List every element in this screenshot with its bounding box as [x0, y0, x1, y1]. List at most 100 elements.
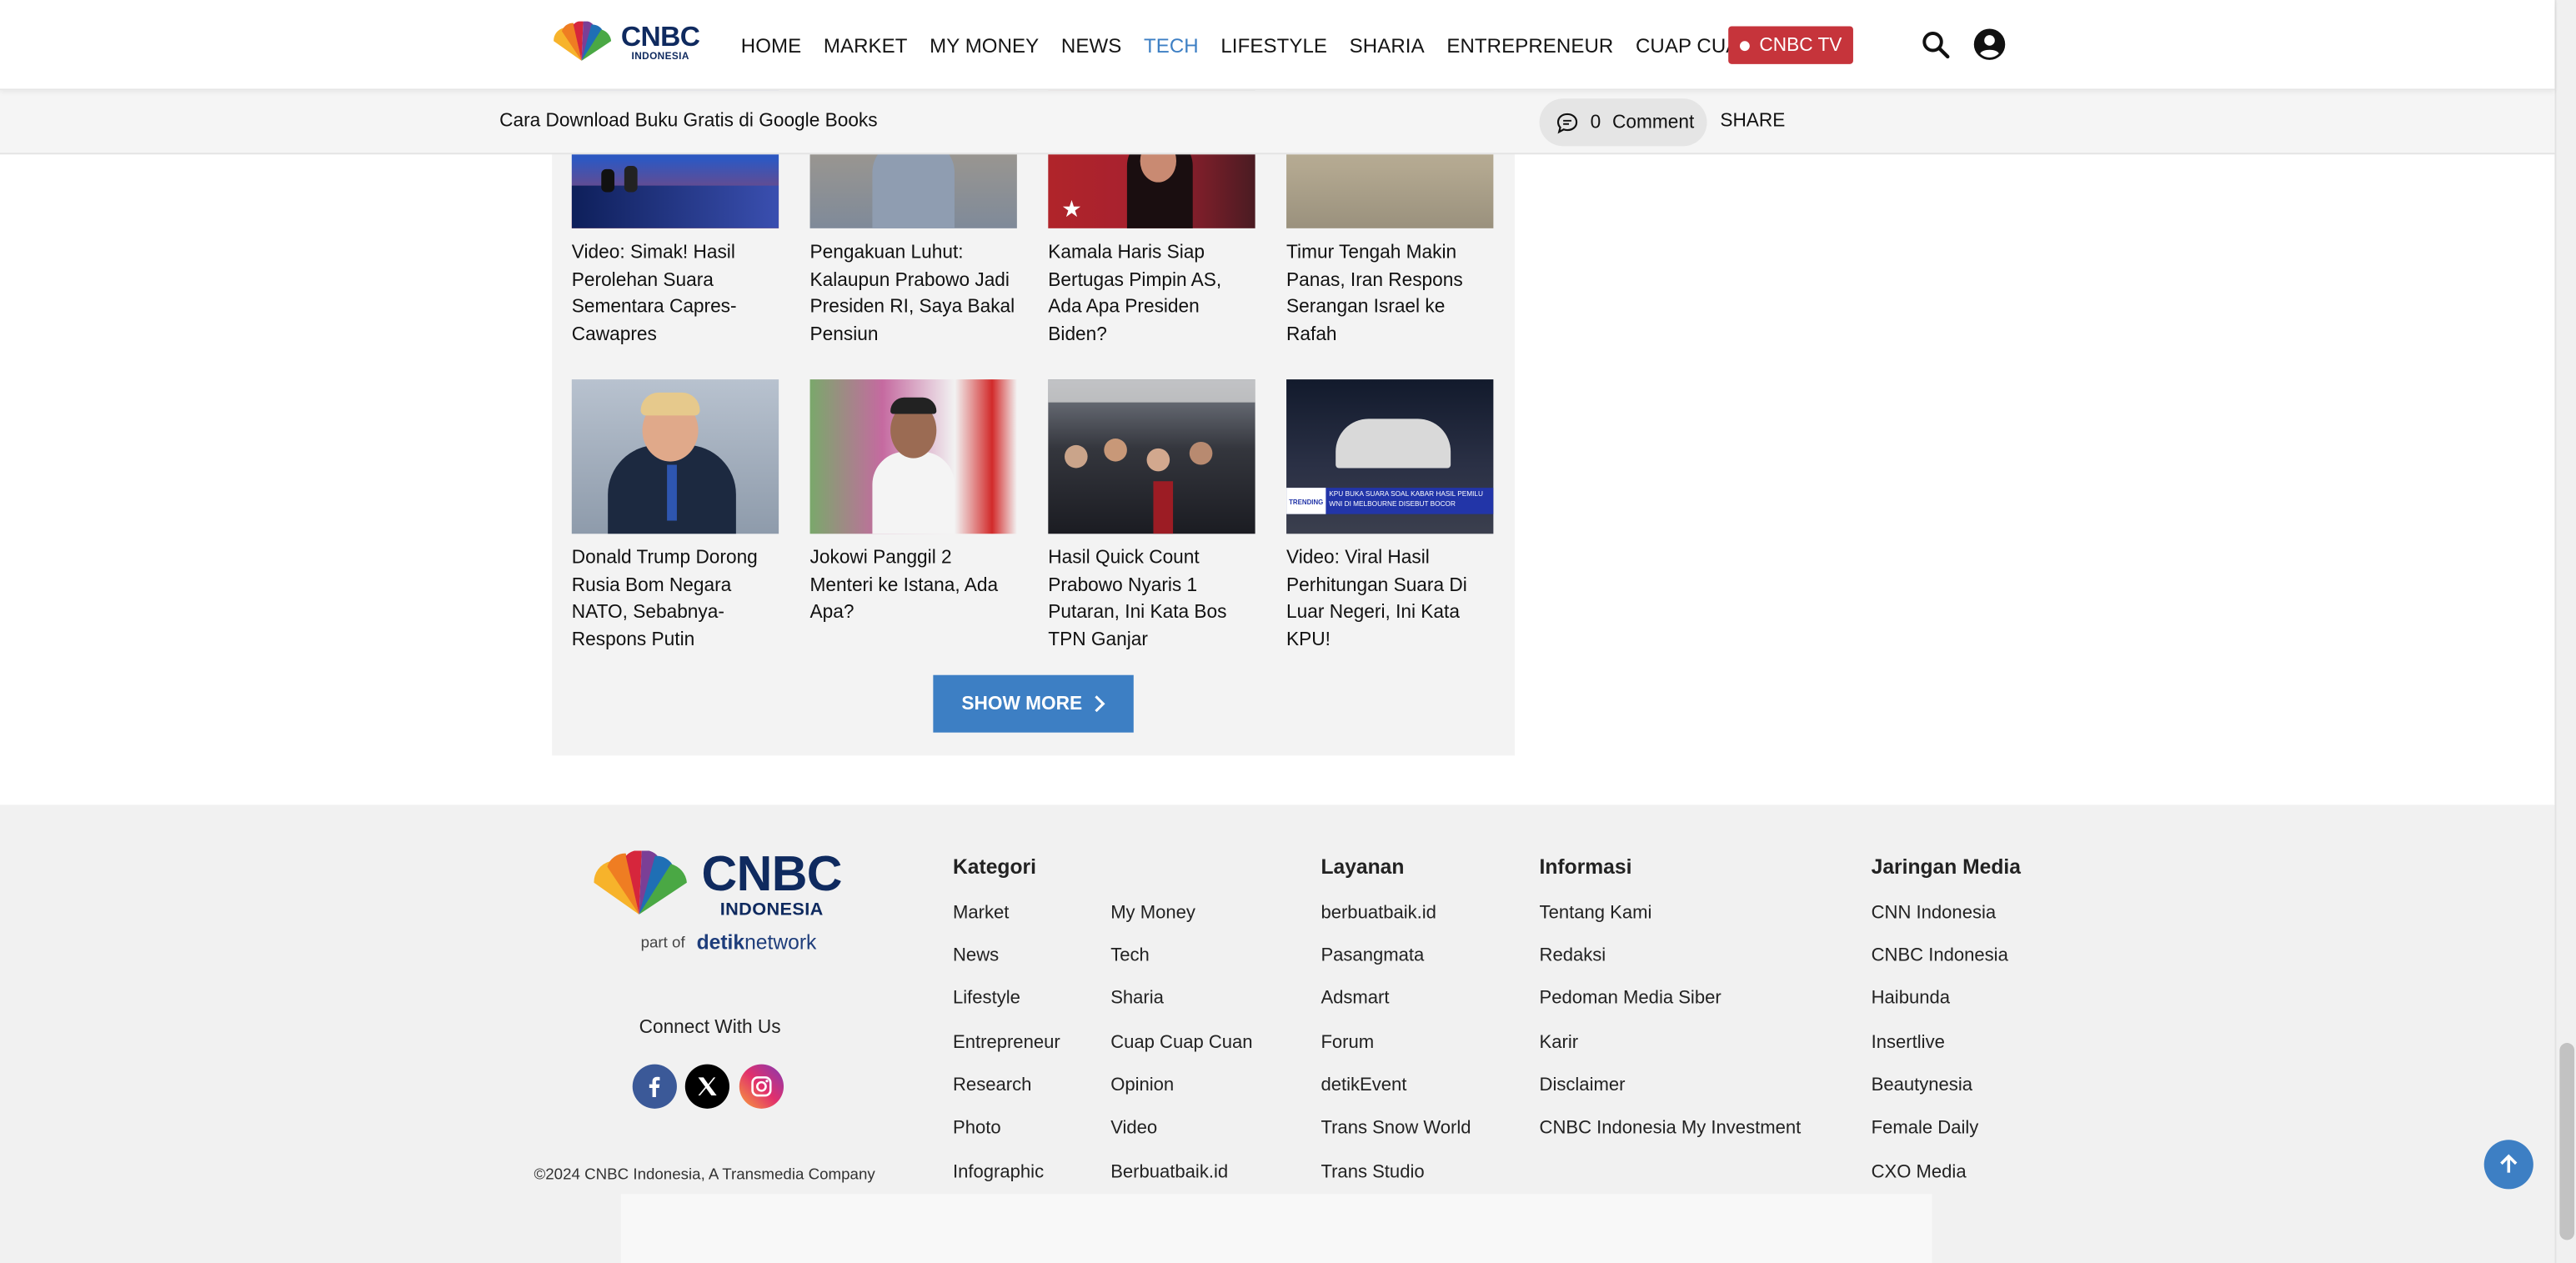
footer-heading-kategori: Kategori — [953, 855, 1036, 880]
menu-item-home[interactable]: HOME — [741, 33, 801, 57]
footer-link-layanan[interactable]: Forum — [1321, 1033, 1374, 1053]
news-card[interactable]: Hasil Quick Count Prabowo Nyaris 1 Putar… — [1048, 379, 1255, 654]
news-card-title: Timur Tengah Makin Panas, Iran Respons S… — [1286, 243, 1463, 344]
footer-link-layanan[interactable]: Adsmart — [1321, 989, 1389, 1009]
footer-link-entrepreneur[interactable]: Entrepreneur — [953, 1033, 1060, 1053]
footer-link-informasi[interactable]: Tentang Kami — [1540, 904, 1652, 924]
cnbc-tv-button[interactable]: CNBC TV — [1728, 26, 1853, 64]
footer-facebook-link[interactable] — [632, 1064, 677, 1109]
show-more-label: SHOW MORE — [961, 694, 1083, 714]
news-card-title: Pengakuan Luhut: Kalaupun Prabowo Jadi P… — [809, 243, 1015, 344]
connect-with-us-label: Connect With Us — [639, 1018, 781, 1039]
footer-link-market[interactable]: Market — [953, 904, 1009, 924]
footer-link-photo[interactable]: Photo — [953, 1119, 1001, 1139]
facebook-icon — [649, 1076, 660, 1098]
star-icon: ★ — [1061, 195, 1082, 222]
menu-item-tech[interactable]: TECH — [1144, 33, 1199, 57]
footer-link-informasi[interactable]: CNBC Indonesia My Investment — [1540, 1119, 1802, 1139]
footer-brand-name: CNBC — [701, 847, 842, 902]
comment-button[interactable]: 0 Comment — [1539, 98, 1707, 147]
footer-link-layanan[interactable]: Trans Studio — [1321, 1163, 1424, 1183]
footer-link-cuap-cuap-cuan[interactable]: Cuap Cuap Cuan — [1110, 1033, 1252, 1053]
news-card-title: Donald Trump Dorong Rusia Bom Negara NAT… — [571, 549, 758, 650]
menu-item-news[interactable]: NEWS — [1061, 33, 1121, 57]
menu-item-my-money[interactable]: MY MONEY — [930, 33, 1039, 57]
footer-link-layanan[interactable]: detikEvent — [1321, 1075, 1406, 1095]
peacock-logo-icon — [594, 850, 687, 915]
show-more-button[interactable]: SHOW MORE — [933, 674, 1134, 733]
footer-link-sharia[interactable]: Sharia — [1110, 989, 1164, 1009]
detiknetwork-logo[interactable]: detiknetwork — [697, 931, 817, 955]
scrollbar-thumb[interactable] — [2559, 1043, 2575, 1240]
menu-item-entrepreneur[interactable]: ENTREPRENEUR — [1446, 33, 1613, 57]
menu-item-lifestyle[interactable]: LIFESTYLE — [1220, 33, 1327, 57]
footer-link-infographic[interactable]: Infographic — [953, 1163, 1044, 1183]
news-card-title: Video: Simak! Hasil Perolehan Suara Seme… — [571, 243, 737, 344]
arrow-up-icon — [2500, 1154, 2518, 1173]
article-title: Cara Download Buku Gratis di Google Book… — [499, 111, 878, 132]
footer-link-informasi[interactable]: Redaksi — [1540, 946, 1606, 966]
cnbc-tv-label: CNBC TV — [1759, 35, 1842, 55]
menu-item-sharia[interactable]: SHARIA — [1350, 33, 1425, 57]
bottom-ad-slot — [620, 1194, 1932, 1263]
footer-link-tech[interactable]: Tech — [1110, 946, 1150, 966]
footer-link-lifestyle[interactable]: Lifestyle — [953, 989, 1020, 1009]
footer-link-jaringan[interactable]: CNN Indonesia — [1872, 904, 1997, 924]
thumb-caption: KPU BUKA SUARA SOAL KABAR HASIL PEMILU W… — [1329, 489, 1483, 508]
comment-icon — [1556, 112, 1578, 133]
footer-link-research[interactable]: Research — [953, 1075, 1031, 1095]
comment-label: Comment — [1612, 112, 1695, 133]
page-scrollbar[interactable] — [2554, 0, 2576, 1263]
footer-link-informasi[interactable]: Karir — [1540, 1033, 1579, 1053]
news-thumbnail — [571, 379, 779, 534]
footer-link-jaringan[interactable]: Haibunda — [1872, 989, 1950, 1009]
footer-link-informasi[interactable]: Disclaimer — [1540, 1075, 1626, 1095]
brand-sub: INDONESIA — [631, 53, 689, 63]
footer-heading-layanan: Layanan — [1321, 855, 1405, 880]
sticky-share-bar: Cara Download Buku Gratis di Google Book… — [0, 90, 2555, 155]
cnbc-logo[interactable]: CNBC INDONESIA — [547, 21, 700, 64]
news-card[interactable]: Jokowi Panggil 2 Menteri ke Istana, Ada … — [809, 379, 1017, 627]
footer-link-my-money[interactable]: My Money — [1110, 904, 1195, 924]
news-card-title: Hasil Quick Count Prabowo Nyaris 1 Putar… — [1048, 549, 1227, 650]
news-card[interactable]: Donald Trump Dorong Rusia Bom Negara NAT… — [571, 379, 779, 654]
footer-link-jaringan[interactable]: CXO Media — [1872, 1163, 1967, 1183]
search-icon[interactable] — [1921, 29, 1950, 59]
footer-link-jaringan[interactable]: Insertlive — [1872, 1033, 1945, 1053]
footer-heading-jaringan-media: Jaringan Media — [1871, 855, 2021, 880]
footer-link-layanan[interactable]: Pasangmata — [1321, 946, 1424, 966]
detik-wordmark: detik — [696, 931, 745, 955]
x-icon — [698, 1077, 717, 1096]
peacock-logo-icon — [554, 21, 612, 61]
footer-link-berbuatbaik[interactable]: Berbuatbaik.id — [1110, 1163, 1228, 1183]
news-card[interactable]: TRENDING KPU BUKA SUARA SOAL KABAR HASIL… — [1286, 379, 1494, 654]
news-thumbnail — [1048, 379, 1255, 534]
footer-link-jaringan[interactable]: Female Daily — [1872, 1119, 1979, 1139]
footer-x-link[interactable] — [684, 1064, 729, 1109]
back-to-top-button[interactable] — [2483, 1140, 2533, 1190]
share-label: SHARE — [1720, 111, 1786, 132]
user-account-icon[interactable] — [1973, 28, 2006, 60]
footer-link-opinion[interactable]: Opinion — [1110, 1075, 1174, 1095]
footer-link-news[interactable]: News — [953, 946, 999, 966]
instagram-icon — [751, 1076, 772, 1097]
copyright-text: ©2024 CNBC Indonesia, A Transmedia Compa… — [534, 1165, 875, 1185]
brand-name: CNBC — [620, 21, 700, 53]
footer-link-informasi[interactable]: Pedoman Media Siber — [1540, 989, 1722, 1009]
footer-link-layanan[interactable]: berbuatbaik.id — [1321, 904, 1436, 924]
footer-instagram-link[interactable] — [739, 1064, 784, 1109]
footer-cnbc-logo[interactable]: CNBC INDONESIA — [582, 847, 843, 920]
footer-heading-informasi: Informasi — [1539, 855, 1632, 880]
footer-brand-sub: INDONESIA — [719, 900, 824, 920]
top-navigation: CNBC INDONESIA HOME MARKET MY MONEY NEWS… — [0, 0, 2555, 91]
footer-link-video[interactable]: Video — [1110, 1119, 1157, 1139]
footer-link-layanan[interactable]: Trans Snow World — [1321, 1119, 1471, 1139]
main-menu: HOME MARKET MY MONEY NEWS TECH LIFESTYLE… — [741, 0, 1837, 90]
menu-item-market[interactable]: MARKET — [824, 33, 908, 57]
thumb-tag: TRENDING — [1286, 488, 1326, 514]
footer-link-jaringan[interactable]: CNBC Indonesia — [1872, 946, 2008, 966]
live-dot-icon — [1739, 40, 1750, 51]
comment-count: 0 — [1590, 112, 1601, 133]
chevron-right-icon — [1094, 695, 1105, 713]
footer-link-jaringan[interactable]: Beautynesia — [1872, 1075, 1972, 1095]
